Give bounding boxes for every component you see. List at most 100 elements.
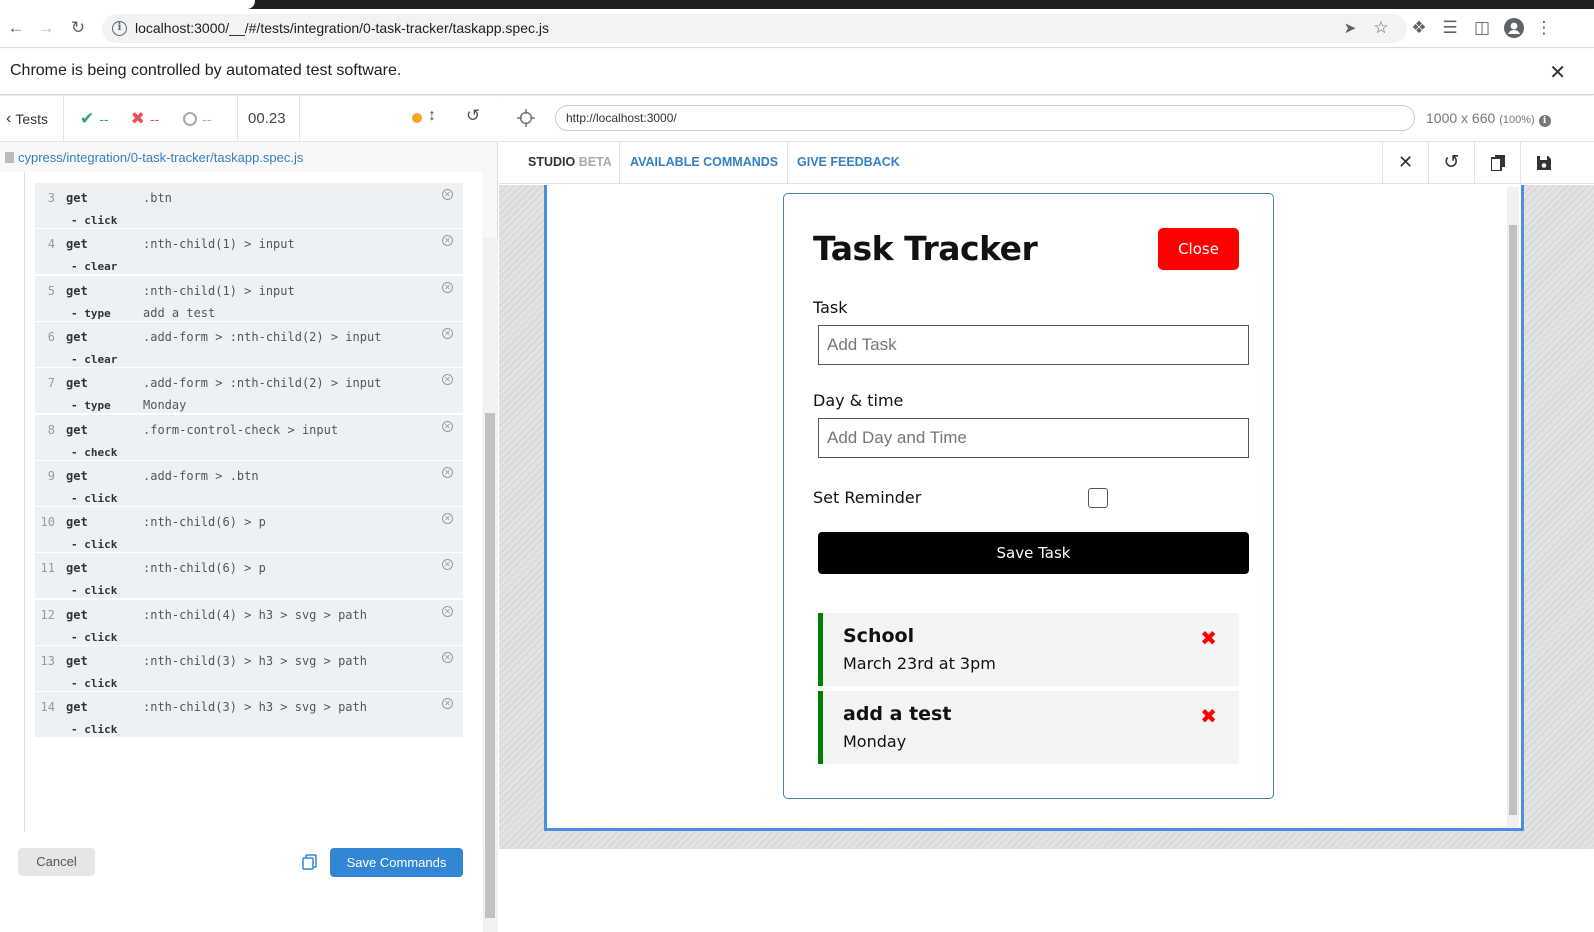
command-row[interactable]: 14 get:nth-child(3) > h3 > svg > path - cl… bbox=[35, 692, 463, 739]
command-row[interactable]: 7 get .add-form > :nth-child(2) > input - t… bbox=[35, 368, 463, 415]
bookmark-star-icon[interactable]: ☆ bbox=[1368, 15, 1394, 41]
reminder-checkbox[interactable] bbox=[1088, 488, 1108, 508]
pending-count: -- bbox=[202, 110, 212, 127]
app-iframe: Task Tracker Close Task Add Task Day & t… bbox=[544, 185, 1524, 831]
viewport-dimensions: 1000 x 660 bbox=[1426, 110, 1496, 126]
command-number: 10 bbox=[40, 515, 55, 530]
save-icon[interactable] bbox=[1520, 142, 1566, 183]
task-day: Monday bbox=[843, 732, 907, 751]
aut-url-field[interactable]: http://localhost:3000/ bbox=[555, 105, 1415, 131]
remove-command-icon[interactable]: ✕ bbox=[442, 559, 453, 571]
media-icon[interactable]: ☰ bbox=[1437, 15, 1463, 41]
divider bbox=[787, 142, 788, 183]
remove-command-icon[interactable]: ✕ bbox=[442, 698, 453, 710]
give-feedback-link[interactable]: GIVE FEEDBACK bbox=[797, 142, 900, 183]
command-action: - click bbox=[71, 584, 118, 598]
viewport-size: 1000 x 660 (100%) i bbox=[1426, 110, 1551, 127]
cancel-button[interactable]: Cancel bbox=[18, 848, 95, 876]
controls: ↕ ↺ bbox=[300, 96, 498, 141]
scrollbar-thumb[interactable] bbox=[485, 413, 495, 918]
remove-command-icon[interactable]: ✕ bbox=[442, 374, 453, 386]
available-commands-link[interactable]: AVAILABLE COMMANDS bbox=[630, 142, 778, 183]
command-number: 13 bbox=[40, 654, 55, 668]
spec-file-path[interactable]: cypress/integration/0-task-tracker/taska… bbox=[0, 143, 480, 171]
address-bar-url[interactable]: localhost:3000/__/#/tests/integration/0-… bbox=[135, 20, 549, 36]
selector-playground-icon[interactable] bbox=[517, 109, 535, 127]
iframe-scrollbar[interactable] bbox=[1507, 187, 1519, 827]
aut-stage: Task Tracker Close Task Add Task Day & t… bbox=[499, 185, 1594, 849]
remove-command-icon[interactable]: ✕ bbox=[442, 605, 453, 617]
side-panel-icon[interactable]: ◫ bbox=[1469, 15, 1495, 41]
command-selector: .add-form > :nth-child(2) > input bbox=[143, 376, 382, 391]
delete-task-icon[interactable]: ✖ bbox=[1200, 626, 1217, 650]
command-name: get bbox=[66, 283, 88, 298]
command-selector: .form-control-check > input bbox=[143, 422, 339, 437]
delete-task-icon[interactable]: ✖ bbox=[1200, 704, 1217, 728]
menu-icon[interactable]: ⋮ bbox=[1531, 15, 1557, 41]
command-row[interactable]: 10 get:nth-child(6) > p - click ✕ bbox=[35, 507, 463, 554]
command-number: 5 bbox=[47, 283, 55, 298]
command-action: - check bbox=[71, 445, 118, 459]
day-input[interactable]: Add Day and Time bbox=[818, 418, 1249, 458]
command-row[interactable]: 5 get:nth-child(1) > input - type add a tes… bbox=[35, 275, 463, 322]
stats: ✔ -- ✖ -- -- bbox=[64, 96, 238, 141]
tests-button[interactable]: ‹ Tests bbox=[0, 96, 64, 141]
command-divider bbox=[24, 172, 25, 832]
command-action: - click bbox=[71, 677, 118, 690]
active-tab[interactable] bbox=[0, 0, 255, 9]
close-button[interactable]: Close bbox=[1158, 228, 1239, 270]
task-item[interactable]: School March 23rd at 3pm ✖ bbox=[818, 613, 1239, 686]
infobar-close-icon[interactable]: ✕ bbox=[1549, 60, 1566, 85]
command-row[interactable]: 8 get .form-control-check > input - check ✕ bbox=[35, 414, 463, 461]
command-row[interactable]: 3 get .btn - click ✕ bbox=[35, 183, 463, 229]
command-row[interactable]: 12 get:nth-child(4) > h3 > svg > path - cl… bbox=[35, 599, 463, 646]
command-row[interactable]: 4 get:nth-child(1) > input - clear ✕ bbox=[35, 229, 463, 276]
command-name: get bbox=[66, 422, 88, 437]
save-task-button[interactable]: Save Task bbox=[818, 532, 1249, 574]
close-studio-icon[interactable]: ✕ bbox=[1382, 142, 1428, 183]
address-bar[interactable]: i localhost:3000/__/#/tests/integration/… bbox=[102, 14, 1407, 43]
site-info-icon[interactable]: i bbox=[112, 21, 127, 36]
remove-command-icon[interactable]: ✕ bbox=[442, 235, 453, 247]
remove-command-icon[interactable]: ✕ bbox=[442, 327, 453, 339]
extensions-icon[interactable]: ❖ bbox=[1406, 15, 1432, 41]
command-number: 7 bbox=[47, 376, 55, 391]
remove-command-icon[interactable]: ✕ bbox=[442, 513, 453, 525]
command-number: 4 bbox=[47, 237, 55, 252]
spec-path-text[interactable]: cypress/integration/0-task-tracker/taska… bbox=[18, 150, 303, 165]
copy-icon[interactable] bbox=[302, 854, 318, 870]
reload-icon[interactable]: ↻ bbox=[65, 15, 91, 41]
send-icon[interactable]: ➤ bbox=[1337, 15, 1363, 41]
profile-icon[interactable] bbox=[1501, 15, 1527, 41]
command-row[interactable]: 11 get:nth-child(6) > p - click ✕ bbox=[35, 553, 463, 600]
remove-command-icon[interactable]: ✕ bbox=[442, 652, 453, 663]
resize-arrows-icon[interactable]: ↕ bbox=[428, 107, 436, 125]
command-action: - click bbox=[71, 723, 118, 737]
remove-command-icon[interactable]: ✕ bbox=[442, 281, 453, 293]
command-selector: .add-form > :nth-child(2) > input bbox=[143, 329, 382, 344]
iframe-scrollbar-thumb[interactable] bbox=[1509, 225, 1517, 815]
command-selector: :nth-child(6) > p bbox=[143, 561, 266, 576]
browser-toolbar: ← → ↻ i localhost:3000/__/#/tests/integr… bbox=[0, 9, 1594, 48]
info-icon[interactable]: i bbox=[1538, 115, 1551, 127]
reporter-scrollbar[interactable] bbox=[483, 238, 498, 932]
command-action: - click bbox=[71, 214, 118, 227]
remove-command-icon[interactable]: ✕ bbox=[442, 189, 453, 200]
command-row[interactable]: 9 get .add-form > .btn - click ✕ bbox=[35, 460, 463, 507]
remove-command-icon[interactable]: ✕ bbox=[442, 466, 453, 478]
task-item[interactable]: add a test Monday ✖ bbox=[818, 691, 1239, 764]
save-commands-button[interactable]: Save Commands bbox=[330, 848, 463, 877]
command-action: - click bbox=[71, 630, 118, 644]
forward-icon[interactable]: → bbox=[33, 15, 59, 41]
task-input[interactable]: Add Task bbox=[818, 325, 1249, 365]
command-row[interactable]: 13 get:nth-child(3) > h3 > svg > path - cl… bbox=[35, 646, 463, 692]
command-row[interactable]: 6 get .add-form > :nth-child(2) > input - c… bbox=[35, 321, 463, 368]
back-icon[interactable]: ← bbox=[3, 15, 29, 41]
reporter-panel: ‹ Tests ✔ -- ✖ -- -- 00.23 ↕ ↺ cypress/inte… bbox=[0, 96, 498, 932]
remove-command-icon[interactable]: ✕ bbox=[442, 420, 453, 432]
copy-commands-icon[interactable] bbox=[1474, 142, 1520, 183]
restart-icon[interactable]: ↺ bbox=[1428, 142, 1474, 183]
rerun-icon[interactable]: ↺ bbox=[466, 106, 480, 126]
command-selector: :nth-child(1) > input bbox=[143, 237, 295, 252]
viewport-zoom: (100%) bbox=[1499, 114, 1535, 126]
